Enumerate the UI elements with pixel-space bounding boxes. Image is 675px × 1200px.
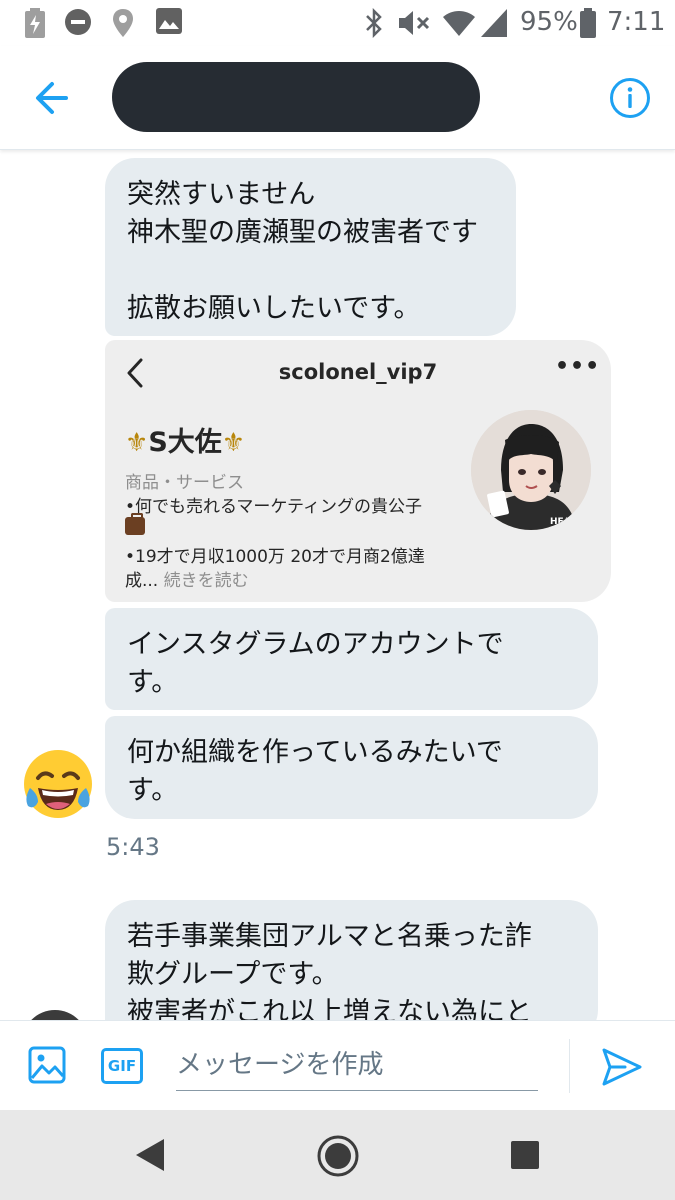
message-composer: GIF xyxy=(0,1020,675,1110)
bluetooth-icon xyxy=(366,8,382,38)
profile-avatar: HEAR xyxy=(471,410,591,530)
profile-bio-line-last: 成... 続きを読む xyxy=(125,566,249,591)
composer-divider xyxy=(569,1039,570,1093)
battery-charging-icon xyxy=(25,8,45,38)
message-text: す。 xyxy=(127,667,179,698)
message-text: 欺グループです。 xyxy=(127,959,339,990)
message-text: 何か組織を作っているみたいで xyxy=(127,737,503,768)
system-navigation-bar xyxy=(0,1110,675,1200)
sender-avatar[interactable] xyxy=(22,1010,88,1020)
message-text: 突然すいません xyxy=(127,179,316,210)
message-text: インスタグラムのアカウントで xyxy=(127,629,504,660)
battery-icon xyxy=(580,8,596,38)
battery-percentage: 95% xyxy=(520,7,578,37)
sender-avatar-laughing-emoji-icon[interactable] xyxy=(22,748,94,820)
conversation-header xyxy=(0,46,675,150)
send-icon[interactable] xyxy=(601,1047,643,1087)
back-arrow-icon[interactable] xyxy=(30,76,74,120)
mute-icon xyxy=(399,11,430,35)
message-list[interactable]: 突然すいません 神木聖の廣瀬聖の被害者です 拡散お願いしたいです。 scolon… xyxy=(0,150,675,1020)
clock-time: 7:11 xyxy=(607,7,666,37)
message-text: 神木聖の廣瀬聖の被害者です xyxy=(127,217,478,248)
nav-recents-icon[interactable] xyxy=(509,1139,541,1171)
nav-home-icon[interactable] xyxy=(316,1134,360,1178)
message-bubble[interactable]: 突然すいません 神木聖の廣瀬聖の被害者です 拡散お願いしたいです。 xyxy=(105,158,516,336)
do-not-disturb-icon xyxy=(65,9,91,35)
profile-username: scolonel_vip7 xyxy=(278,360,438,384)
message-bubble[interactable]: インスタグラムのアカウントで す。 xyxy=(105,608,598,710)
nav-back-icon[interactable] xyxy=(134,1137,166,1173)
read-more-link: 続きを読む xyxy=(163,571,249,591)
message-text: す。 xyxy=(127,775,179,806)
profile-category: 商品・サービス xyxy=(125,473,244,493)
message-text: 被害者がこれ以上増えない為にと xyxy=(127,997,532,1020)
message-bubble[interactable]: 若手事業集団アルマと名乗った詐 欺グループです。 被害者がこれ以上増えない為にと xyxy=(105,900,598,1020)
message-text: 若手事業集団アルマと名乗った詐 xyxy=(127,921,532,952)
more-options-icon: ••• xyxy=(555,354,601,379)
message-bubble[interactable]: 何か組織を作っているみたいで す。 xyxy=(105,716,598,819)
anime-avatar-illustration: HEAR xyxy=(471,410,591,530)
suitcase-icon xyxy=(125,513,145,535)
gif-button[interactable]: GIF xyxy=(101,1048,143,1084)
display-name-text: S大佐 xyxy=(148,427,222,458)
redacted-contact-name xyxy=(112,62,480,132)
profile-display-name: ⚜S大佐⚜ xyxy=(125,420,245,459)
profile-bio-text: 成... xyxy=(125,571,159,591)
profile-bio-line: •19才で月収1000万 20才で月商2億達 xyxy=(125,547,425,567)
instagram-profile-image[interactable]: scolonel_vip7 ••• ⚜S大佐⚜ 商品・サービス •何でも売れるマ… xyxy=(105,340,611,602)
add-photo-icon[interactable] xyxy=(28,1046,66,1084)
location-icon xyxy=(113,9,133,37)
fleur-de-lis-icon: ⚜ xyxy=(221,428,246,458)
message-timestamp: 5:43 xyxy=(106,833,160,861)
message-input[interactable] xyxy=(176,1039,538,1091)
message-text: 拡散お願いしたいです。 xyxy=(127,293,421,324)
status-bar: 95% 7:11 xyxy=(0,0,675,46)
image-icon xyxy=(156,8,182,34)
fleur-de-lis-icon: ⚜ xyxy=(125,428,149,458)
wifi-icon xyxy=(443,11,475,36)
signal-icon xyxy=(481,9,507,37)
info-icon[interactable] xyxy=(609,77,651,119)
avatar-caption: HEAR xyxy=(550,517,578,527)
profile-bio-line: •何でも売れるマーケティングの貴公子 xyxy=(125,497,422,517)
